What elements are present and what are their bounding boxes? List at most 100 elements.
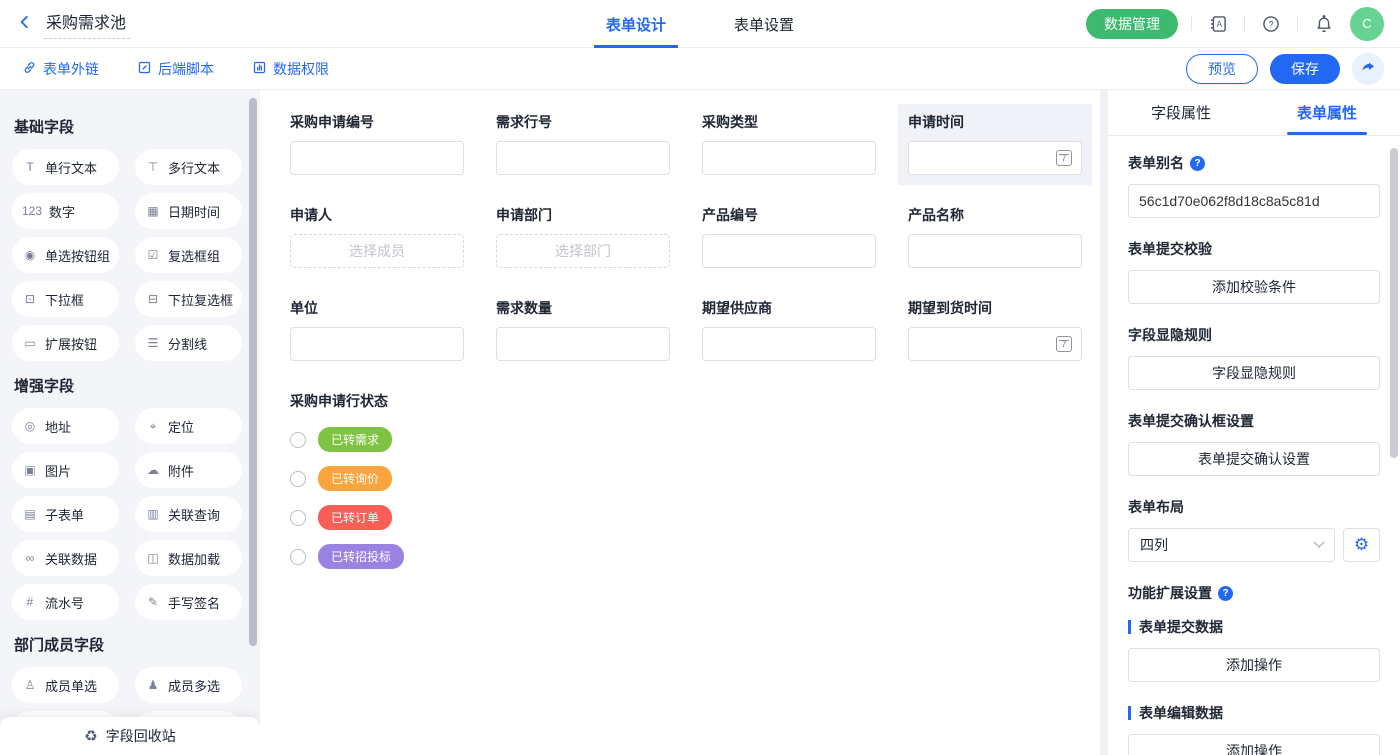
field-pill-single-line-text[interactable]: T单行文本 bbox=[12, 149, 119, 185]
panel-tab-2[interactable]: 表单属性 bbox=[1254, 90, 1400, 135]
radio-circle-icon[interactable] bbox=[290, 471, 306, 487]
bell-icon[interactable] bbox=[1311, 11, 1337, 37]
field-pill-multi-line-text[interactable]: ⊤多行文本 bbox=[135, 149, 242, 185]
extension-settings-label-text: 功能扩展设置 bbox=[1128, 583, 1212, 603]
form-field[interactable]: 申请时间7 bbox=[898, 104, 1092, 185]
status-radio-option[interactable]: 已转需求 bbox=[290, 427, 1092, 452]
text-input[interactable] bbox=[702, 141, 876, 175]
field-pill-number[interactable]: 123数字 bbox=[12, 193, 119, 229]
toolbar-link-1[interactable]: 表单外链 bbox=[22, 59, 99, 79]
avatar[interactable]: C bbox=[1350, 7, 1384, 41]
top-tab-2[interactable]: 表单设置 bbox=[728, 0, 800, 48]
form-field[interactable]: 产品名称 bbox=[898, 197, 1092, 278]
layout-select[interactable]: 四列 bbox=[1128, 528, 1335, 562]
radio-circle-icon[interactable] bbox=[290, 432, 306, 448]
text-input[interactable] bbox=[290, 327, 464, 361]
form-alias-input[interactable] bbox=[1128, 184, 1380, 218]
recycle-bin-label: 字段回收站 bbox=[106, 726, 176, 746]
form-field[interactable]: 需求数量 bbox=[486, 290, 680, 371]
image-icon: ▣ bbox=[22, 463, 38, 477]
single-line-text-icon: T bbox=[22, 160, 38, 174]
text-input[interactable] bbox=[908, 234, 1082, 268]
text-input[interactable] bbox=[496, 327, 670, 361]
field-pill-data-load[interactable]: ◫数据加载 bbox=[135, 540, 242, 576]
field-pill-member-multi[interactable]: ♟成员多选 bbox=[135, 667, 242, 703]
form-toolbar: 表单外链 后端脚本 数据权限 预览 保存 bbox=[0, 48, 1400, 90]
page-title[interactable]: 采购需求池 bbox=[44, 9, 130, 39]
form-field[interactable]: 采购类型 bbox=[692, 104, 886, 185]
help-icon[interactable]: ? bbox=[1258, 11, 1284, 37]
date-input[interactable]: 7 bbox=[908, 327, 1082, 361]
picker-input[interactable]: 选择成员 bbox=[290, 234, 464, 268]
field-pill-checkbox-group[interactable]: ☑复选框组 bbox=[135, 237, 242, 273]
add-operation-button[interactable]: 添加操作 bbox=[1128, 648, 1380, 682]
field-pill-serial-number[interactable]: #流水号 bbox=[12, 584, 119, 620]
radio-group-label: 采购申请行状态 bbox=[290, 391, 1092, 411]
field-pill-radio-group[interactable]: ◉单选按钮组 bbox=[12, 237, 119, 273]
field-recycle-bin[interactable]: ♻ 字段回收站 bbox=[0, 717, 260, 755]
status-radio-option[interactable]: 已转招投标 bbox=[290, 544, 1092, 569]
datetime-icon: ▦ bbox=[145, 204, 161, 218]
address-icon: ◎ bbox=[22, 419, 38, 433]
toolbar-link-2[interactable]: 后端脚本 bbox=[137, 59, 214, 79]
form-field-label: 申请部门 bbox=[496, 205, 670, 225]
help-circle-icon[interactable]: ? bbox=[1218, 586, 1233, 601]
add-operation-button[interactable]: 添加操作 bbox=[1128, 734, 1380, 755]
back-button[interactable] bbox=[16, 13, 34, 34]
field-pill-extend-button[interactable]: ▭扩展按钮 bbox=[12, 325, 119, 361]
panel-section-button[interactable]: 表单提交确认设置 bbox=[1128, 442, 1380, 476]
field-pill-attachment[interactable]: ☁附件 bbox=[135, 452, 242, 488]
share-button[interactable] bbox=[1352, 53, 1384, 85]
form-field[interactable]: 需求行号 bbox=[486, 104, 680, 185]
form-field[interactable]: 采购申请编号 bbox=[280, 104, 474, 185]
field-pill-dropdown[interactable]: ⊡下拉框 bbox=[12, 281, 119, 317]
field-pill-label: 定位 bbox=[168, 417, 194, 436]
date-input[interactable]: 7 bbox=[908, 141, 1082, 175]
field-pill-datetime[interactable]: ▦日期时间 bbox=[135, 193, 242, 229]
panel-scrollbar[interactable] bbox=[1390, 148, 1398, 458]
data-manage-button[interactable]: 数据管理 bbox=[1086, 9, 1178, 39]
form-field[interactable]: 期望供应商 bbox=[692, 290, 886, 371]
panel-section-button[interactable]: 添加校验条件 bbox=[1128, 270, 1380, 304]
text-input[interactable] bbox=[496, 141, 670, 175]
field-pill-relation-query[interactable]: ▥关联查询 bbox=[135, 496, 242, 532]
top-tab-1[interactable]: 表单设计 bbox=[600, 0, 672, 48]
divider bbox=[1297, 16, 1298, 31]
panel-tab-1[interactable]: 字段属性 bbox=[1108, 90, 1254, 135]
save-button[interactable]: 保存 bbox=[1270, 54, 1340, 84]
field-pill-divider-line[interactable]: ☰分割线 bbox=[135, 325, 242, 361]
sidebar-scrollbar[interactable] bbox=[249, 98, 257, 646]
form-field[interactable]: 单位 bbox=[280, 290, 474, 371]
preview-button[interactable]: 预览 bbox=[1186, 54, 1258, 84]
field-pill-location[interactable]: ⌖定位 bbox=[135, 408, 242, 444]
status-radio-option[interactable]: 已转询价 bbox=[290, 466, 1092, 491]
layout-gear-button[interactable]: ⚙ bbox=[1343, 528, 1380, 562]
text-input[interactable] bbox=[702, 327, 876, 361]
form-field[interactable]: 申请部门选择部门 bbox=[486, 197, 680, 278]
picker-input[interactable]: 选择部门 bbox=[496, 234, 670, 268]
toolbar-link-3[interactable]: 数据权限 bbox=[252, 59, 329, 79]
form-field-label: 需求行号 bbox=[496, 112, 670, 132]
text-input[interactable] bbox=[290, 141, 464, 175]
field-pill-dropdown-multi[interactable]: ⊟下拉复选框 bbox=[135, 281, 242, 317]
field-pill-signature[interactable]: ✎手写签名 bbox=[135, 584, 242, 620]
calendar-icon: 7 bbox=[1056, 336, 1072, 352]
form-field[interactable]: 申请人选择成员 bbox=[280, 197, 474, 278]
form-field-label: 单位 bbox=[290, 298, 464, 318]
field-pill-relation-data[interactable]: ∞关联数据 bbox=[12, 540, 119, 576]
address-book-icon[interactable]: A bbox=[1205, 11, 1231, 37]
panel-tabs: 字段属性表单属性 bbox=[1108, 90, 1400, 136]
panel-section-button[interactable]: 字段显隐规则 bbox=[1128, 356, 1380, 390]
form-field[interactable]: 产品编号 bbox=[692, 197, 886, 278]
radio-circle-icon[interactable] bbox=[290, 510, 306, 526]
field-pill-image[interactable]: ▣图片 bbox=[12, 452, 119, 488]
field-pill-address[interactable]: ◎地址 bbox=[12, 408, 119, 444]
status-badge: 已转需求 bbox=[318, 427, 392, 452]
radio-circle-icon[interactable] bbox=[290, 549, 306, 565]
form-field[interactable]: 期望到货时间7 bbox=[898, 290, 1092, 371]
field-pill-subform[interactable]: ▤子表单 bbox=[12, 496, 119, 532]
status-radio-option[interactable]: 已转订单 bbox=[290, 505, 1092, 530]
help-circle-icon[interactable]: ? bbox=[1190, 156, 1205, 171]
text-input[interactable] bbox=[702, 234, 876, 268]
field-pill-member-single[interactable]: ♙成员单选 bbox=[12, 667, 119, 703]
